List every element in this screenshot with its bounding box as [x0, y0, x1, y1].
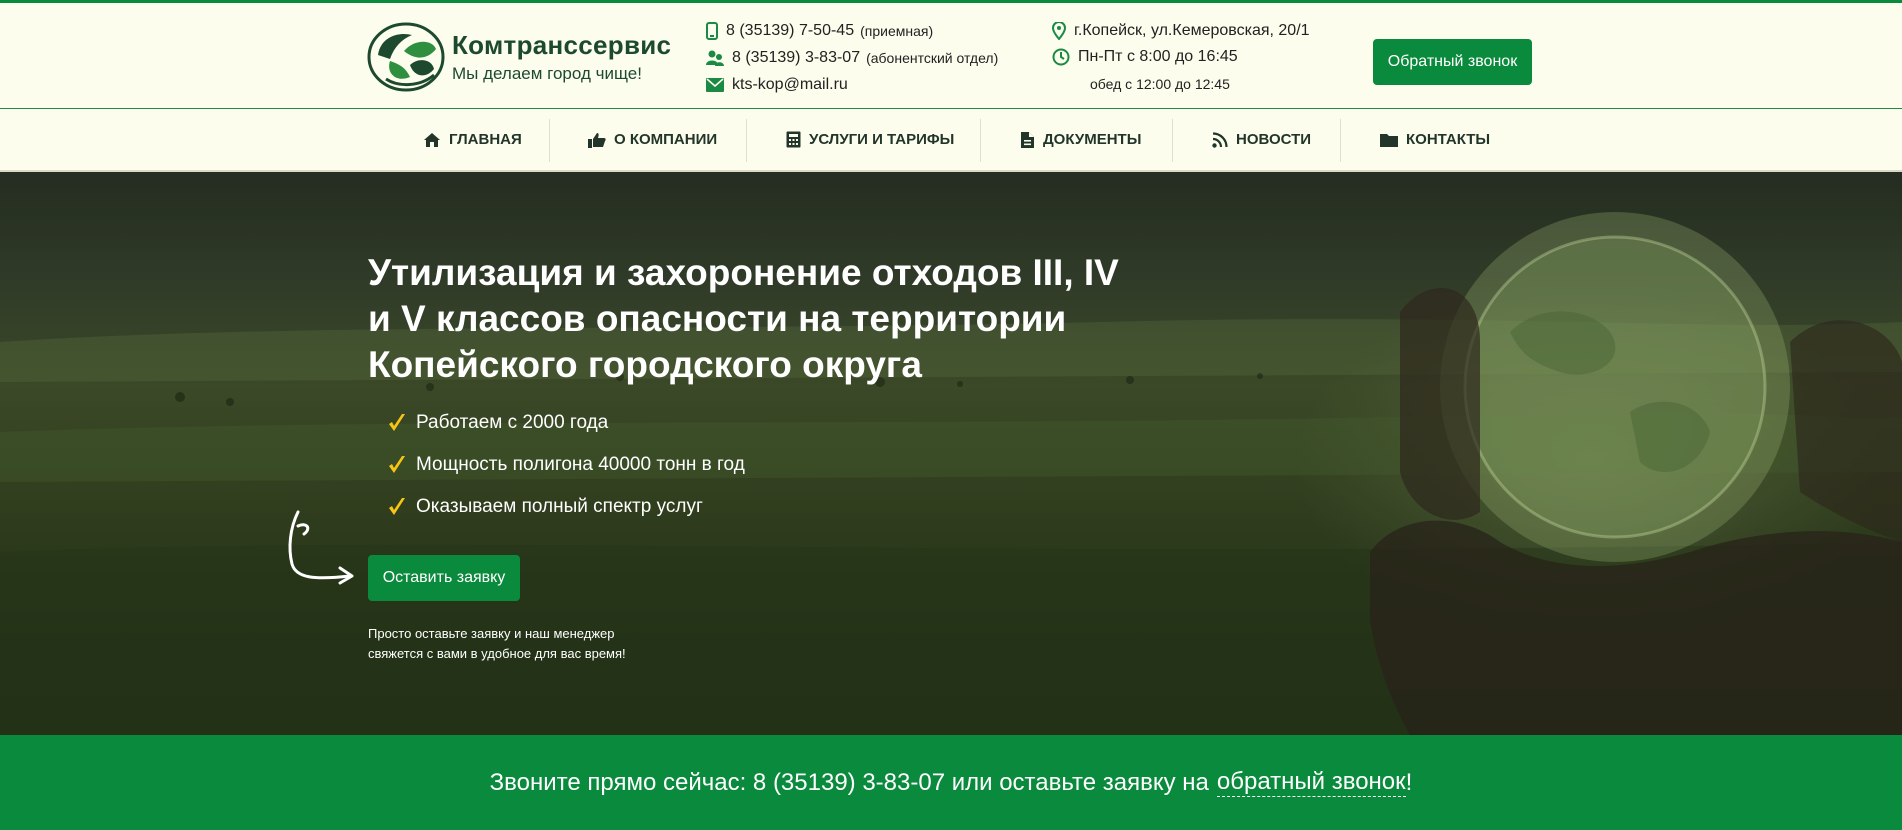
brand-slogan: Мы делаем город чище!	[452, 64, 642, 83]
nav-item-news[interactable]: НОВОСТИ	[1212, 109, 1311, 170]
cta-suffix: !	[1405, 768, 1413, 796]
lunch-hours: обед с 12:00 до 12:45	[1090, 76, 1230, 92]
email-value: kts-kop@mail.ru	[732, 76, 848, 93]
phone-subscriber-note: (абонентский отдел)	[866, 50, 999, 66]
nav-item-home-label: ГЛАВНАЯ	[449, 131, 522, 148]
nav-divider	[1340, 119, 1341, 162]
hero-title-line3: Копейского городского округа	[368, 344, 922, 385]
feature-bullet-text: Работаем с 2000 года	[416, 412, 609, 433]
nav-item-news-label: НОВОСТИ	[1236, 131, 1312, 148]
company-logo[interactable]	[366, 21, 446, 93]
nav-item-home[interactable]: ГЛАВНАЯ	[423, 109, 522, 170]
hero-title: Утилизация и захоронение отходов III, IV…	[368, 250, 1128, 388]
phone-reception-note: (приемная)	[860, 23, 934, 39]
hero-title-line1: Утилизация и захоронение отходов III, IV	[368, 252, 1119, 293]
clock-icon	[1052, 48, 1070, 66]
request-hint-line1: Просто оставьте заявку и наш менеджер	[368, 626, 615, 641]
mail-icon	[706, 78, 724, 92]
feature-bullet: Мощность полигона 40000 тонн в год	[388, 454, 745, 476]
globe-in-hands-image	[1370, 212, 1902, 735]
rss-icon	[1212, 131, 1228, 148]
hand-drawn-arrow-icon	[288, 510, 354, 585]
site-header: Комтранссервис Мы делаем город чище! 8 (…	[0, 3, 1902, 109]
users-icon	[706, 50, 724, 66]
phone-subscriber-number: 8 (35139) 3-83-07	[732, 49, 861, 66]
folder-icon	[1380, 133, 1398, 147]
hero-section: Утилизация и захоронение отходов III, IV…	[0, 172, 1902, 735]
home-icon	[424, 132, 440, 147]
calculator-icon	[786, 131, 801, 148]
hero-title-line2: и V классов опасности на территории	[368, 298, 1067, 339]
phone-icon	[706, 22, 718, 40]
nav-item-about-label: О КОМПАНИИ	[614, 131, 718, 148]
email-contact[interactable]: kts-kop@mail.ru	[706, 76, 848, 94]
feature-bullet: Работаем с 2000 года	[388, 412, 608, 434]
nav-item-services[interactable]: УСЛУГИ И ТАРИФЫ	[786, 109, 954, 170]
call-to-action-band: Звоните прямо сейчас: 8 (35139) 3-83-07 …	[0, 735, 1902, 830]
nav-divider	[549, 119, 550, 162]
phone-subscriber[interactable]: 8 (35139) 3-83-07 (абонентский отдел)	[706, 49, 998, 67]
hours-value: Пн-Пт с 8:00 до 16:45	[1078, 48, 1238, 65]
nav-item-contacts[interactable]: КОНТАКТЫ	[1380, 109, 1490, 170]
checkmark-icon	[389, 456, 405, 473]
nav-item-contacts-label: КОНТАКТЫ	[1406, 131, 1491, 148]
checkmark-icon	[389, 498, 405, 515]
thumbs-up-icon	[588, 132, 606, 148]
phone-reception-number: 8 (35139) 7-50-45	[726, 22, 855, 39]
nav-item-services-label: УСЛУГИ И ТАРИФЫ	[809, 131, 955, 148]
address-value: г.Копейск, ул.Кемеровская, 20/1	[1074, 22, 1310, 39]
nav-item-about[interactable]: О КОМПАНИИ	[588, 109, 717, 170]
address-contact: г.Копейск, ул.Кемеровская, 20/1	[1052, 22, 1310, 40]
leave-request-button[interactable]: Оставить заявку	[368, 555, 520, 601]
feature-bullet-text: Мощность полигона 40000 тонн в год	[416, 454, 745, 475]
cta-text: Звоните прямо сейчас: 8 (35139) 3-83-07 …	[489, 768, 1209, 796]
request-hint-line2: свяжется с вами в удобное для вас время!	[368, 646, 626, 661]
phone-reception[interactable]: 8 (35139) 7-50-45 (приемная)	[706, 22, 933, 40]
feature-bullet: Оказываем полный спектр услуг	[388, 496, 703, 518]
map-pin-icon	[1052, 22, 1066, 40]
callback-link[interactable]: обратный звонок	[1216, 768, 1406, 797]
request-hint: Просто оставьте заявку и наш менеджер св…	[368, 624, 688, 664]
nav-divider	[1172, 119, 1173, 162]
nav-divider	[746, 119, 747, 162]
document-icon	[1021, 131, 1034, 148]
feature-bullet-text: Оказываем полный спектр услуг	[416, 496, 703, 517]
hours-contact: Пн-Пт с 8:00 до 16:45	[1052, 48, 1238, 66]
nav-divider	[980, 119, 981, 162]
checkmark-icon	[389, 414, 405, 431]
main-nav: ГЛАВНАЯ О КОМПАНИИ УСЛУГИ И ТАРИФЫ ДОКУМ…	[0, 109, 1902, 172]
brand-title[interactable]: Комтранссервис	[452, 30, 671, 61]
callback-button[interactable]: Обратный звонок	[1373, 39, 1532, 85]
nav-item-documents[interactable]: ДОКУМЕНТЫ	[1020, 109, 1141, 170]
nav-item-documents-label: ДОКУМЕНТЫ	[1043, 131, 1142, 148]
